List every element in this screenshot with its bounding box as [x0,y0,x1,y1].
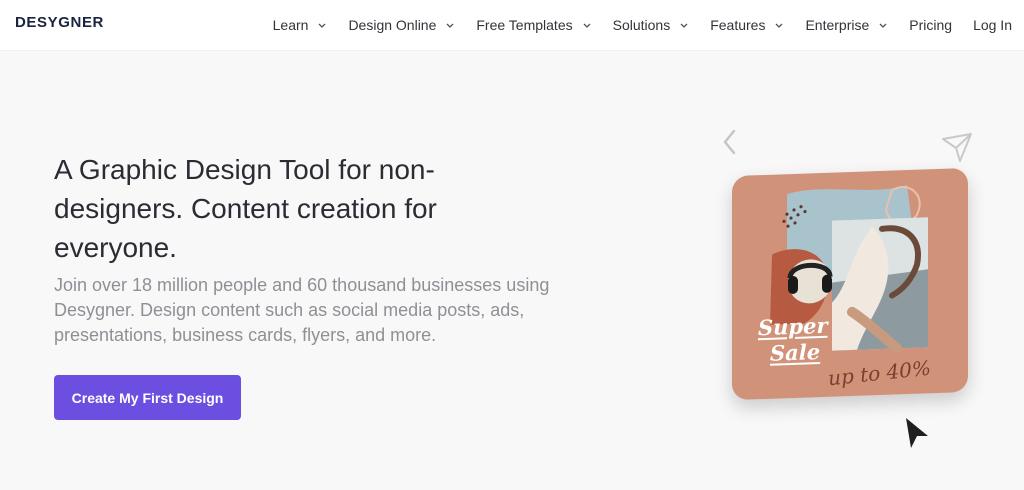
nav-item-solutions[interactable]: Solutions [613,17,690,33]
chevron-down-icon [774,20,784,30]
nav-item-label: Enterprise [805,17,870,33]
nav-item-label: Log In [973,17,1012,33]
nav-item-free-templates[interactable]: Free Templates [476,17,591,33]
cursor-icon [902,416,932,450]
nav-item-label: Features [710,17,766,33]
top-navigation-bar: DESYGNER Learn Design Online Free Templa… [0,0,1024,50]
chevron-left-icon[interactable] [720,128,740,156]
brand-logo[interactable]: DESYGNER [15,14,104,31]
nav-item-learn[interactable]: Learn [273,17,328,33]
promo-design-card: Super Sale up to 40% [732,167,968,401]
send-icon [940,130,974,164]
chevron-down-icon [679,20,689,30]
nav-item-label: Solutions [612,17,671,33]
create-first-design-button[interactable]: Create My First Design [54,375,241,420]
chevron-down-icon [878,20,888,30]
chevron-down-icon [317,20,327,30]
nav-item-label: Design Online [348,17,437,33]
nav-item-label: Pricing [909,17,953,33]
nav-item-pricing[interactable]: Pricing [909,17,952,33]
promo-text-super: Super [758,312,828,341]
nav-item-login[interactable]: Log In [973,17,1012,33]
nav-item-design-online[interactable]: Design Online [348,17,455,33]
hero-subtitle: Join over 18 million people and 60 thous… [54,275,550,345]
nav-item-label: Free Templates [476,17,573,33]
chevron-down-icon [582,20,592,30]
hero-title: A Graphic Design Tool for non-designers.… [54,154,437,263]
chevron-down-icon [445,20,455,30]
main-nav: Learn Design Online Free Templates Solut… [252,0,1012,50]
nav-item-enterprise[interactable]: Enterprise [805,17,888,33]
promo-text-sale: Sale [770,339,821,366]
nav-item-label: Learn [272,17,309,33]
nav-item-features[interactable]: Features [710,17,784,33]
